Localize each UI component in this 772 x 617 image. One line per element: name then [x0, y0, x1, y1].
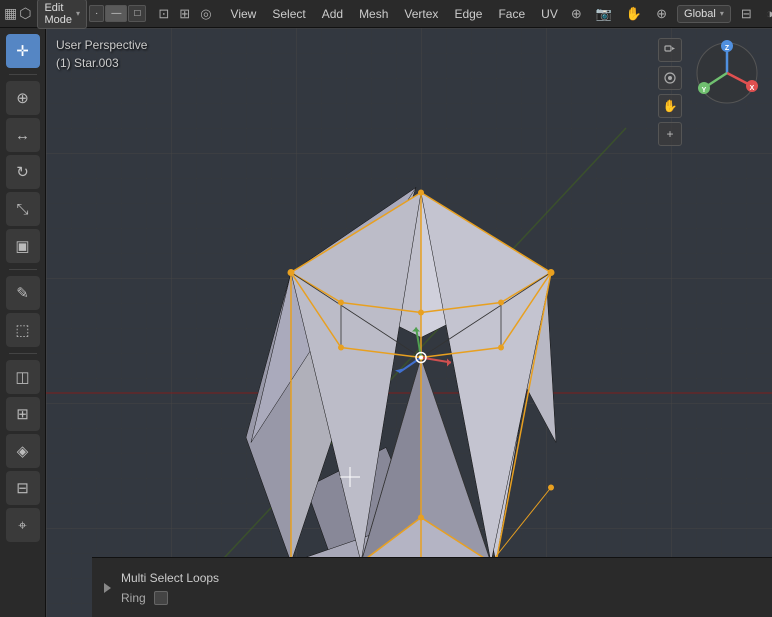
- global-chevron: ▾: [720, 9, 724, 18]
- camera-view-btn[interactable]: [658, 38, 682, 62]
- view-menu[interactable]: View: [224, 4, 264, 24]
- inset-tool[interactable]: ⊞: [6, 397, 40, 431]
- face-menu[interactable]: Face: [491, 4, 532, 24]
- bottom-operator-panel: Multi Select Loops Ring: [92, 557, 772, 617]
- tool-separator-1: [9, 74, 37, 75]
- panel-title: Multi Select Loops: [121, 571, 219, 585]
- edge-menu[interactable]: Edge: [447, 4, 489, 24]
- ring-checkbox[interactable]: [154, 591, 168, 605]
- editor-type-icons: ▦ ⬡: [4, 5, 31, 22]
- shading-btn[interactable]: ◑: [762, 4, 772, 23]
- edit-mode-dropdown[interactable]: Edit Mode ▾: [37, 0, 87, 29]
- axes-gizmo[interactable]: Z X Y: [692, 38, 762, 108]
- tool-separator-3: [9, 353, 37, 354]
- main-viewport[interactable]: User Perspective (1) Star.003 ✋ +: [46, 28, 772, 617]
- render-preview-btn[interactable]: [658, 66, 682, 90]
- object-icon[interactable]: ⬡: [19, 5, 31, 22]
- svg-text:Y: Y: [702, 87, 707, 94]
- zoom-icon[interactable]: ⊕: [652, 4, 671, 24]
- proportional-icon[interactable]: ◎: [196, 4, 215, 24]
- measure-tool[interactable]: ⬚: [6, 313, 40, 347]
- tool-separator-2: [9, 269, 37, 270]
- grab-btn[interactable]: ✋: [658, 94, 682, 118]
- viewport-controls: ✋ +: [658, 38, 682, 146]
- top-right-icons: ⊕ 📷 ✋ ⊕ Global ▾ ⊟ ◑ ⋯: [567, 4, 772, 24]
- mesh-select-mode-buttons: · — □: [89, 5, 146, 22]
- svg-text:X: X: [750, 85, 755, 92]
- mode-label: Edit Mode: [44, 2, 72, 26]
- global-dropdown[interactable]: Global ▾: [677, 5, 731, 23]
- add-menu[interactable]: Add: [315, 4, 350, 24]
- global-label: Global: [684, 8, 716, 20]
- hand-icon[interactable]: ✋: [622, 4, 646, 24]
- rotate-tool[interactable]: ↻: [6, 155, 40, 189]
- loop-cut-tool[interactable]: ⊟: [6, 471, 40, 505]
- svg-text:Z: Z: [725, 45, 730, 52]
- overlay-icon[interactable]: ⊡: [154, 4, 173, 24]
- editor-type-icon[interactable]: ▦: [4, 5, 17, 22]
- face-select-mode-btn[interactable]: □: [128, 5, 146, 22]
- zoom-plus-btn[interactable]: +: [658, 122, 682, 146]
- vertex-select-mode-btn[interactable]: ·: [89, 5, 104, 22]
- select-menu[interactable]: Select: [265, 4, 312, 24]
- render-icon[interactable]: ⊕: [567, 4, 586, 24]
- uv-menu[interactable]: UV: [534, 4, 565, 24]
- edge-select-mode-btn[interactable]: —: [105, 5, 127, 22]
- mesh-menu[interactable]: Mesh: [352, 4, 395, 24]
- snap-icon[interactable]: ⊞: [175, 4, 194, 24]
- move-tool[interactable]: ↔: [6, 118, 40, 152]
- annotate-tool[interactable]: ✎: [6, 276, 40, 310]
- mode-chevron: ▾: [76, 9, 80, 18]
- camera-icon[interactable]: 📷: [592, 4, 616, 24]
- cursor-tool[interactable]: ⊕: [6, 81, 40, 115]
- knife-tool[interactable]: ⌖: [6, 508, 40, 542]
- panel-collapse-icon[interactable]: [104, 583, 111, 593]
- extrude-tool[interactable]: ◫: [6, 360, 40, 394]
- transform-tool[interactable]: ▣: [6, 229, 40, 263]
- select-box-tool[interactable]: ✛: [6, 34, 40, 68]
- vertex-menu[interactable]: Vertex: [397, 4, 445, 24]
- bevel-tool[interactable]: ◈: [6, 434, 40, 468]
- left-toolbar: ✛ ⊕ ↔ ↻ ⤡ ▣ ✎ ⬚ ◫ ⊞ ◈ ⊟ ⌖: [0, 28, 46, 617]
- scale-tool[interactable]: ⤡: [6, 192, 40, 226]
- top-menu-bar: ▦ ⬡ Edit Mode ▾ · — □ ⊡ ⊞ ◎ View Select …: [0, 0, 772, 28]
- ring-label: Ring: [121, 591, 146, 605]
- overlay-btn[interactable]: ⊟: [737, 4, 756, 24]
- viewport-icon-group: ⊡ ⊞ ◎: [154, 4, 215, 24]
